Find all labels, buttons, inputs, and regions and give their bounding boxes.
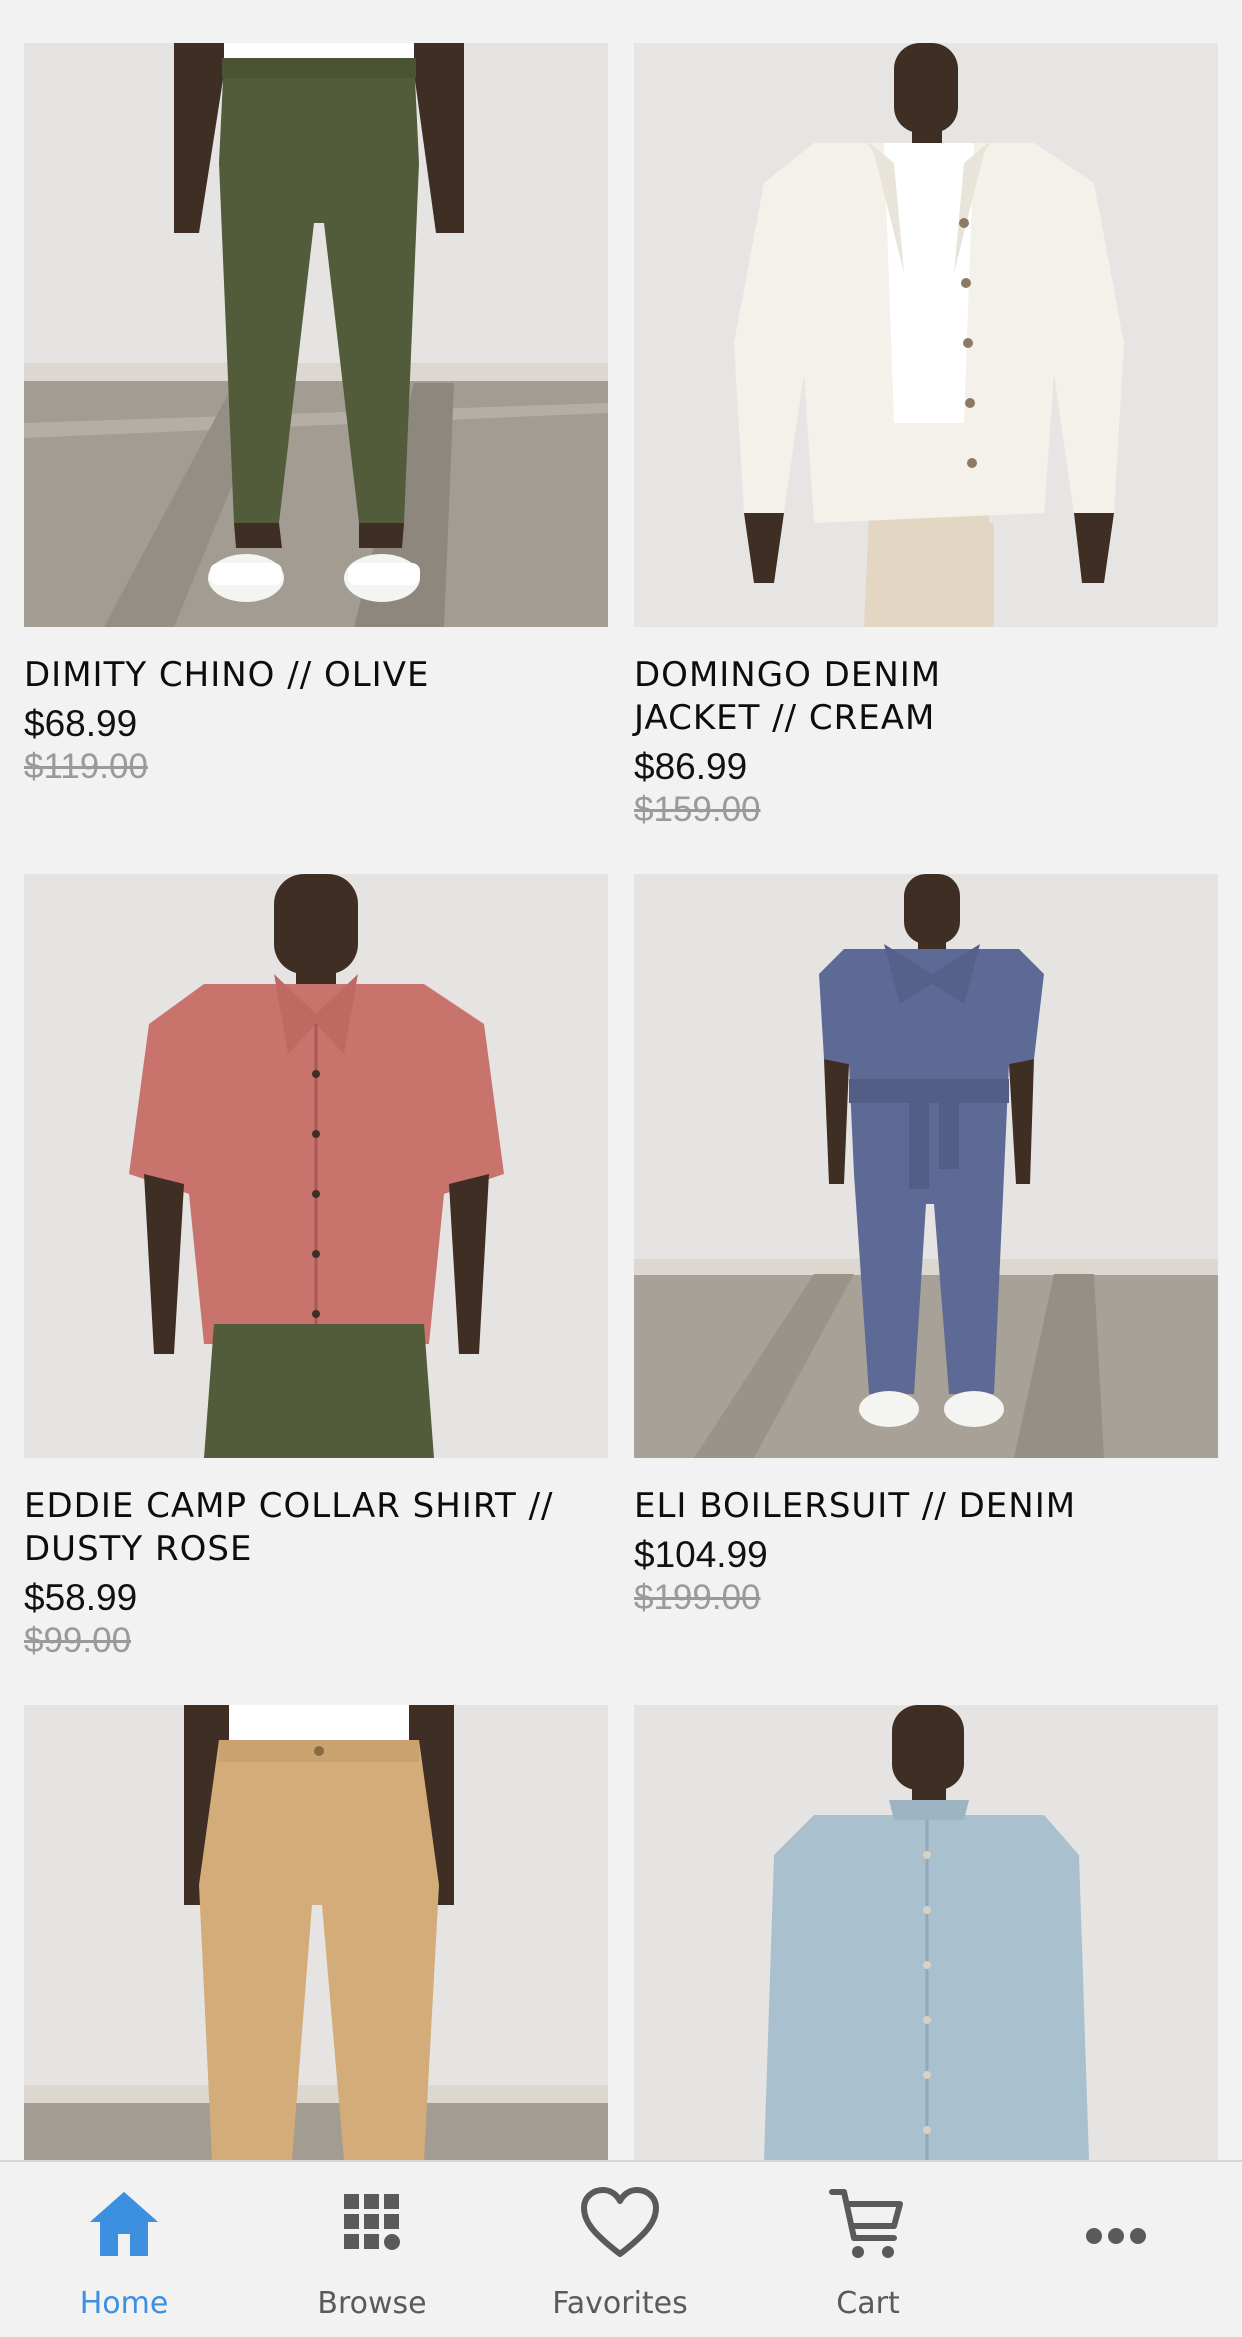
home-icon — [90, 2192, 158, 2256]
product-price: $86.99 — [634, 746, 748, 787]
tab-favorites-label: Favorites — [552, 2286, 688, 2321]
khaki-pants-photo[interactable] — [24, 1705, 608, 2160]
product-info[interactable]: ELI BOILERSUIT // DENIM $104.99 $199.00 — [634, 1485, 1218, 1618]
tab-favorites[interactable]: Favorites — [496, 2162, 744, 2337]
tab-browse-label: Browse — [317, 2286, 427, 2321]
product-info[interactable]: DOMINGO DENIM JACKET // CREAM $86.99 $15… — [634, 654, 1218, 830]
cream-denim-jacket-photo[interactable] — [634, 43, 1218, 627]
product-old-price: $119.00 — [24, 747, 148, 786]
bottom-tab-bar: Home Browse Favorites Cart — [0, 2160, 1242, 2337]
grid-icon — [344, 2194, 400, 2250]
product-info[interactable]: DIMITY CHINO // OLIVE $68.99 $119.00 — [24, 654, 608, 787]
dusty-rose-shirt-photo[interactable] — [24, 874, 608, 1458]
tab-more[interactable] — [992, 2162, 1240, 2337]
tab-cart[interactable]: Cart — [744, 2162, 992, 2337]
product-old-price: $159.00 — [634, 790, 761, 829]
product-name: EDDIE CAMP COLLAR SHIRT // DUSTY ROSE — [24, 1486, 554, 1569]
product-price: $68.99 — [24, 703, 138, 744]
product-old-price: $199.00 — [634, 1578, 761, 1617]
cart-icon — [829, 2189, 903, 2258]
product-name: DOMINGO DENIM JACKET // CREAM — [634, 655, 942, 738]
product-name: DIMITY CHINO // OLIVE — [24, 655, 430, 695]
product-price: $104.99 — [634, 1534, 768, 1575]
tab-cart-label: Cart — [836, 2286, 900, 2321]
tab-home[interactable]: Home — [0, 2162, 248, 2337]
heart-icon — [581, 2187, 659, 2257]
product-old-price: $99.00 — [24, 1621, 132, 1660]
olive-chino-photo[interactable] — [24, 43, 608, 627]
more-icon — [1086, 2228, 1146, 2244]
light-blue-shirt-photo[interactable] — [634, 1705, 1218, 2160]
denim-boilersuit-photo[interactable] — [634, 874, 1218, 1458]
tab-browse[interactable]: Browse — [248, 2162, 496, 2337]
product-info[interactable]: EDDIE CAMP COLLAR SHIRT // DUSTY ROSE $5… — [24, 1485, 608, 1661]
product-name: ELI BOILERSUIT // DENIM — [634, 1486, 1077, 1526]
tab-home-label: Home — [79, 2286, 169, 2321]
product-price: $58.99 — [24, 1577, 138, 1618]
